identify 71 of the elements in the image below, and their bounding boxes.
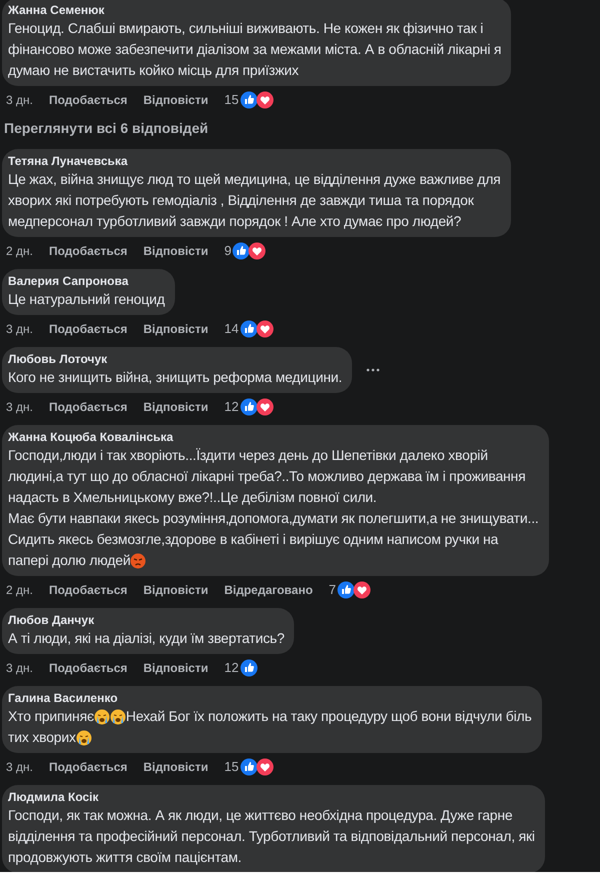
- more-options-icon[interactable]: [366, 368, 380, 372]
- like-icon: [240, 758, 258, 776]
- like-icon: [240, 398, 258, 416]
- author-name[interactable]: Жанна Семенюк: [8, 2, 502, 18]
- like-link[interactable]: Подобається: [48, 758, 128, 776]
- like-icon: [337, 581, 356, 599]
- comment-text: фінансово може забезпечити діалізом за межами міста. А в обласній лікарні я: [8, 40, 502, 59]
- comment-text: Має бути навпаки якесь розуміння,допомога,думати як полегшити,а не знищувати...: [8, 509, 539, 528]
- comment-text: тих хворих: [8, 728, 76, 747]
- like-link[interactable]: Подобається: [48, 320, 128, 338]
- comment-time[interactable]: 3 дн.: [6, 659, 33, 677]
- reply-link[interactable]: Відповісти: [143, 659, 208, 677]
- comment-time[interactable]: 2 дн.: [6, 581, 33, 599]
- comment-text: Господи, як так можна. А як люди, це життєво необхідна процедура. Дуже гарне: [8, 806, 513, 825]
- comment-text: Це жах, війна знищує люд то щей медицина, це відділення дуже важливе для: [8, 170, 501, 189]
- author-name[interactable]: Людмила Косік: [8, 789, 535, 805]
- comment-time[interactable]: 3 дн.: [6, 91, 33, 109]
- crying-emoji-icon: [76, 730, 92, 746]
- comment-text: продовжують життя своїм пацієнтам.: [8, 848, 242, 867]
- comment-time[interactable]: 3 дн.: [6, 758, 33, 776]
- angry-emoji-icon: [130, 552, 146, 568]
- comment-text: Це натуральний геноцид: [8, 290, 165, 309]
- reaction-count[interactable]: 9: [224, 241, 232, 261]
- comment-text: Господи,люди і так хворіють...Їздити через день до Шепетівки далеко хворій: [8, 446, 488, 465]
- like-link[interactable]: Подобається: [48, 398, 128, 416]
- reaction-count[interactable]: 15: [224, 90, 239, 110]
- reply-link[interactable]: Відповісти: [143, 398, 208, 416]
- author-name[interactable]: Любов Данчук: [8, 612, 284, 628]
- comment-text: відділення та професійний персонал. Турботливий та відповідальний персонал, які: [8, 827, 535, 846]
- author-name[interactable]: Жанна Коцюба Ковалінська: [8, 429, 539, 445]
- comment-time[interactable]: 3 дн.: [6, 398, 33, 416]
- author-name[interactable]: Любовь Лоточук: [8, 351, 342, 367]
- like-link[interactable]: Подобається: [48, 91, 128, 109]
- like-icon: [232, 242, 250, 260]
- comment-text: надасть в Хмельницькому вже?!..Це дебілізм повної сили.: [8, 488, 377, 507]
- comment-text: Геноцид. Слабші вмирають, сильніші виживають. Не кожен як фізично так і: [8, 19, 484, 38]
- like-link[interactable]: Подобається: [48, 659, 128, 677]
- reaction-count[interactable]: 12: [224, 658, 239, 678]
- like-icon: [240, 320, 258, 338]
- comment-time[interactable]: 2 дн.: [6, 242, 33, 260]
- author-name[interactable]: Галина Василенко: [8, 690, 532, 706]
- like-icon: [240, 659, 258, 677]
- comment-text: Сидить якесь безмозгле,здорове в кабінеті і вирішує одним написом ручки на: [8, 530, 498, 549]
- like-link[interactable]: Подобається: [48, 581, 128, 599]
- author-name[interactable]: Тетяна Луначевська: [8, 153, 501, 169]
- reply-link[interactable]: Відповісти: [143, 320, 208, 338]
- comment-text: Нехай Бог їх положить на таку процедуру щоб вони відчули біль: [126, 707, 532, 726]
- reaction-count[interactable]: 14: [224, 319, 239, 339]
- author-name[interactable]: Валерия Сапронова: [8, 273, 165, 289]
- reaction-count[interactable]: 15: [224, 757, 239, 777]
- crying-emoji-icon: [110, 708, 126, 724]
- reply-link[interactable]: Відповісти: [143, 581, 208, 599]
- reply-link[interactable]: Відповісти: [143, 242, 208, 260]
- reply-link[interactable]: Відповісти: [143, 758, 208, 776]
- reaction-count[interactable]: 12: [224, 397, 239, 417]
- edited-label: Відредаговано: [224, 582, 313, 599]
- comment-text: медперсонал турботливий завжди порядок ! Але хто думає про людей?: [8, 212, 462, 231]
- comment-text: думаю не вистачить койко місць для приїзжих: [8, 61, 299, 80]
- like-icon: [240, 91, 258, 109]
- comment-text: хворих які потребують гемодіаліз , Відділення де завжди тиша та порядок: [8, 191, 474, 210]
- comment-text: людині,а тут що до обласної лікарні треба?..То можливо держава їм і проживання: [8, 467, 526, 486]
- reply-link[interactable]: Відповісти: [143, 91, 208, 109]
- view-replies-link[interactable]: Переглянути всі 6 відповідей: [2, 118, 600, 138]
- crying-emoji-icon: [94, 708, 110, 724]
- comment-text: папері долю людей: [8, 551, 130, 570]
- reaction-count[interactable]: 7: [328, 580, 336, 600]
- comment-text: Хто припиняє: [8, 707, 94, 726]
- comment-text: Кого не знищить війна, знищить реформа медицини.: [8, 368, 342, 387]
- comment-time[interactable]: 3 дн.: [6, 320, 33, 338]
- like-link[interactable]: Подобається: [48, 242, 128, 260]
- comment-text: А ті люди, які на діалізі, куди їм звертатись?: [8, 629, 284, 648]
